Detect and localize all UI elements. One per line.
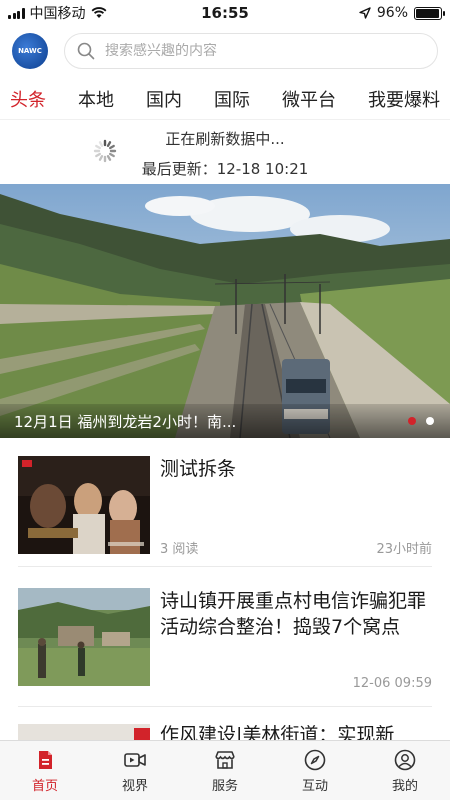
search-box[interactable] [64, 33, 438, 69]
news-item[interactable]: 诗山镇开展重点村电信诈骗犯罪活动综合整治！捣毁7个窝点 12-06 09:59 [18, 572, 432, 707]
nav-label: 我的 [391, 778, 418, 794]
banner-carousel[interactable]: 12月1日 福州到龙岩2小时！南... [0, 184, 450, 438]
tab-local[interactable]: 本地 [78, 82, 114, 116]
carrier-name: 中国移动 [29, 6, 86, 22]
app-logo[interactable]: NAWC [12, 33, 48, 69]
status-left: 中国移动 [8, 3, 107, 23]
nav-services[interactable]: 服务 [180, 741, 270, 800]
location-icon [359, 7, 371, 19]
tab-headlines[interactable]: 头条 [10, 82, 46, 116]
last-update-time: 最后更新：12-18 10:21 [141, 160, 309, 178]
nav-label: 互动 [301, 778, 328, 794]
video-icon [124, 752, 146, 767]
news-meta: 12-06 09:59 [160, 676, 432, 691]
battery-icon [414, 6, 445, 20]
tab-report-news[interactable]: 我要爆料 [368, 82, 440, 116]
header: NAWC [0, 28, 450, 74]
status-bar: 中国移动 16:55 96% [0, 0, 450, 26]
refresh-indicator: 正在刷新数据中... 最后更新：12-18 10:21 [0, 122, 450, 184]
home-icon [39, 750, 52, 769]
nav-label: 首页 [31, 778, 58, 794]
category-tabs: 头条 本地 国内 国际 微平台 我要爆料 [0, 78, 450, 120]
store-icon [215, 750, 235, 769]
battery-fill [416, 8, 440, 18]
tab-international[interactable]: 国际 [214, 82, 250, 116]
news-item[interactable]: 测试拆条 3 阅读 23小时前 [18, 438, 432, 567]
banner-caption: 12月1日 福州到龙岩2小时！南... [0, 404, 450, 438]
news-thumbnail [18, 456, 150, 554]
compass-icon [304, 749, 326, 770]
nav-profile[interactable]: 我的 [360, 741, 450, 800]
signal-icon [8, 7, 25, 19]
nav-home[interactable]: 首页 [0, 741, 90, 800]
wifi-icon [91, 7, 106, 18]
search-icon [77, 42, 95, 60]
news-read-count: 3 阅读 [160, 542, 199, 557]
nav-vision[interactable]: 视界 [90, 741, 180, 800]
carousel-dots [408, 417, 434, 425]
status-right: 96% [359, 5, 445, 21]
battery-percent: 96% [376, 5, 408, 21]
bottom-nav: 首页 视界 服务 互动 我的 [0, 740, 450, 800]
news-thumbnail [18, 588, 150, 686]
news-meta: 3 阅读 23小时前 [160, 538, 432, 557]
user-icon [394, 749, 416, 770]
logo-text: NAWC [18, 47, 42, 55]
carousel-dot[interactable] [408, 417, 416, 425]
news-time: 23小时前 [376, 542, 432, 557]
news-title: 诗山镇开展重点村电信诈骗犯罪活动综合整治！捣毁7个窝点 [160, 590, 427, 638]
news-time: 12-06 09:59 [352, 676, 432, 691]
refresh-status: 正在刷新数据中... [165, 130, 285, 148]
tab-micro-platform[interactable]: 微平台 [282, 82, 336, 116]
tab-domestic[interactable]: 国内 [146, 82, 182, 116]
nav-label: 视界 [121, 778, 148, 794]
news-title: 测试拆条 [160, 458, 237, 480]
nav-interact[interactable]: 互动 [270, 741, 360, 800]
carousel-dot[interactable] [426, 417, 434, 425]
search-input[interactable] [105, 43, 425, 59]
banner-image [0, 184, 450, 438]
nav-label: 服务 [211, 778, 238, 794]
